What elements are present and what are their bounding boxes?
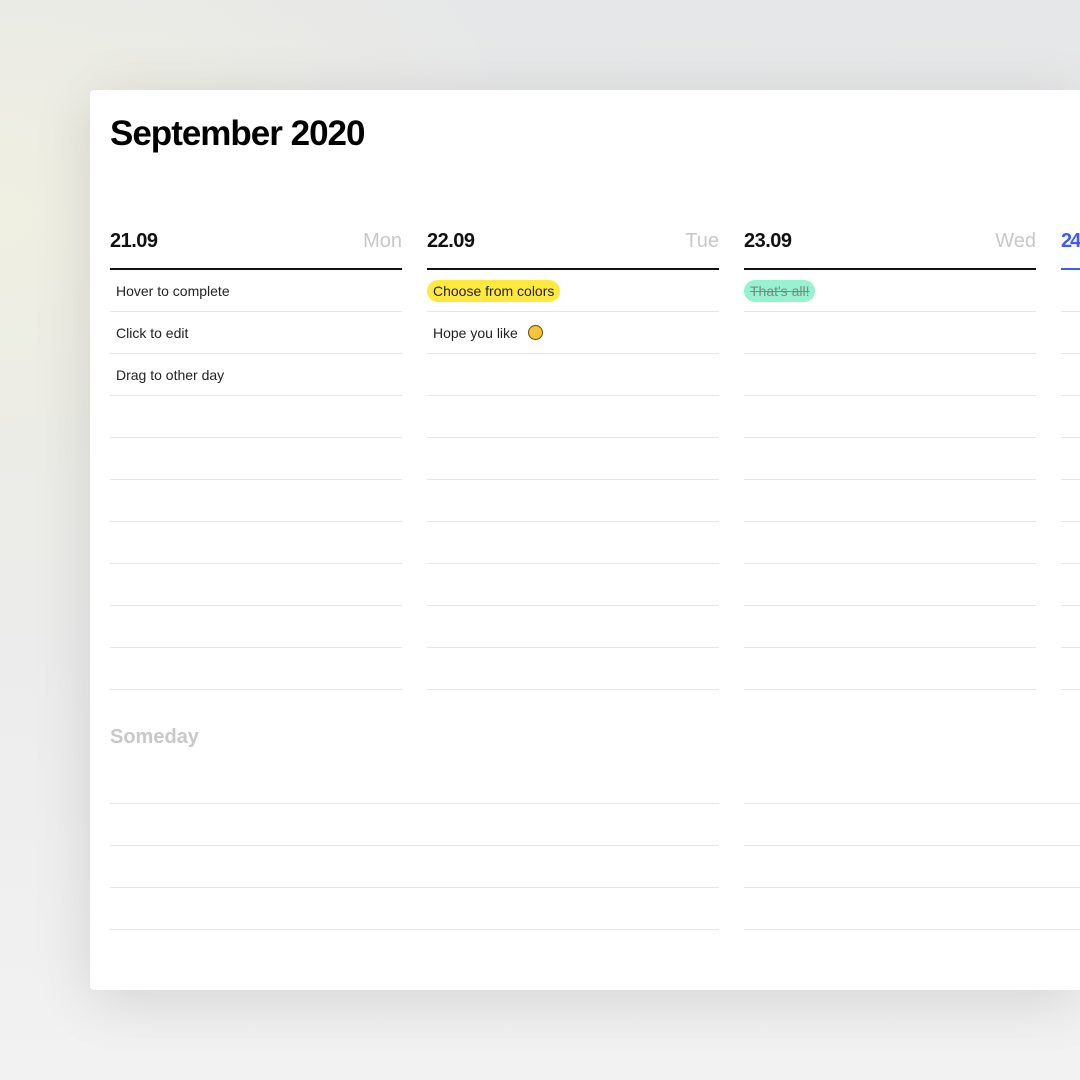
task-item[interactable]: Hover to complete bbox=[110, 270, 402, 312]
empty-task-slot[interactable] bbox=[427, 564, 719, 606]
empty-task-slot[interactable] bbox=[110, 522, 402, 564]
day-header: 24 bbox=[1061, 220, 1080, 270]
empty-task-slot[interactable] bbox=[110, 396, 402, 438]
someday-slot[interactable] bbox=[744, 888, 1080, 930]
empty-task-slot[interactable] bbox=[427, 396, 719, 438]
task-text[interactable]: Drag to other day bbox=[110, 364, 230, 386]
day-weekday: Tue bbox=[685, 230, 719, 252]
empty-task-slot[interactable] bbox=[744, 354, 1036, 396]
empty-task-slot[interactable] bbox=[1061, 438, 1080, 480]
task-item[interactable]: Hope you like bbox=[427, 312, 719, 354]
day-weekday: Mon bbox=[363, 230, 402, 252]
task-text[interactable]: That's all! bbox=[744, 279, 816, 302]
winking-face-emoji-icon bbox=[527, 325, 543, 340]
empty-task-slot[interactable] bbox=[1061, 522, 1080, 564]
empty-task-slot[interactable] bbox=[427, 606, 719, 648]
task-item[interactable]: That's all! bbox=[744, 270, 1036, 312]
empty-task-slot[interactable] bbox=[744, 606, 1036, 648]
empty-task-slot[interactable] bbox=[744, 438, 1036, 480]
someday-title: Someday bbox=[110, 726, 199, 748]
empty-task-slot[interactable] bbox=[744, 312, 1036, 354]
day-date: 24 bbox=[1061, 230, 1080, 252]
day-column: 23.09 Wed That's all! bbox=[744, 220, 1036, 690]
day-column: 22.09 Tue Choose from colors Hope you like bbox=[427, 220, 719, 690]
empty-task-slot[interactable] bbox=[1061, 354, 1080, 396]
day-date: 23.09 bbox=[744, 230, 792, 252]
empty-task-slot[interactable] bbox=[110, 648, 402, 690]
day-weekday: Wed bbox=[995, 230, 1036, 252]
someday-slot[interactable] bbox=[744, 762, 1080, 804]
day-column: 21.09 Mon Hover to complete Click to edit D… bbox=[110, 220, 402, 690]
empty-task-slot[interactable] bbox=[110, 438, 402, 480]
empty-task-slot[interactable] bbox=[1061, 396, 1080, 438]
someday-list-1 bbox=[110, 762, 719, 930]
empty-task-slot[interactable] bbox=[1061, 480, 1080, 522]
day-header: 22.09 Tue bbox=[427, 220, 719, 270]
empty-task-slot[interactable] bbox=[744, 564, 1036, 606]
empty-task-slot[interactable] bbox=[110, 606, 402, 648]
day-date: 21.09 bbox=[110, 230, 158, 252]
empty-task-slot[interactable] bbox=[110, 564, 402, 606]
empty-task-slot[interactable] bbox=[744, 480, 1036, 522]
someday-slot[interactable] bbox=[110, 804, 719, 846]
someday-list-2 bbox=[744, 762, 1080, 930]
empty-task-slot[interactable] bbox=[427, 438, 719, 480]
empty-task-slot[interactable] bbox=[744, 396, 1036, 438]
task-text[interactable]: Choose from colors bbox=[427, 279, 561, 302]
day-header: 23.09 Wed bbox=[744, 220, 1036, 270]
task-text[interactable]: Hope you like bbox=[427, 322, 524, 344]
empty-task-slot[interactable] bbox=[427, 522, 719, 564]
page-title: September 2020 bbox=[110, 114, 365, 153]
task-item[interactable]: Choose from colors bbox=[427, 270, 719, 312]
empty-task-slot[interactable] bbox=[1061, 270, 1080, 312]
empty-task-slot[interactable] bbox=[1061, 312, 1080, 354]
empty-task-slot[interactable] bbox=[427, 480, 719, 522]
day-date: 22.09 bbox=[427, 230, 475, 252]
task-item[interactable]: Click to edit bbox=[110, 312, 402, 354]
someday-slot[interactable] bbox=[744, 804, 1080, 846]
task-text[interactable]: Hover to complete bbox=[110, 280, 236, 302]
task-text[interactable]: Click to edit bbox=[110, 322, 194, 344]
someday-slot[interactable] bbox=[110, 762, 719, 804]
day-column: 24 bbox=[1061, 220, 1080, 690]
empty-task-slot[interactable] bbox=[427, 354, 719, 396]
someday-slot[interactable] bbox=[110, 846, 719, 888]
someday-slot[interactable] bbox=[110, 888, 719, 930]
someday-slot[interactable] bbox=[744, 846, 1080, 888]
empty-task-slot[interactable] bbox=[1061, 648, 1080, 690]
empty-task-slot[interactable] bbox=[744, 522, 1036, 564]
empty-task-slot[interactable] bbox=[427, 648, 719, 690]
empty-task-slot[interactable] bbox=[1061, 564, 1080, 606]
day-header: 21.09 Mon bbox=[110, 220, 402, 270]
task-item[interactable]: Drag to other day bbox=[110, 354, 402, 396]
empty-task-slot[interactable] bbox=[110, 480, 402, 522]
empty-task-slot[interactable] bbox=[1061, 606, 1080, 648]
planner-card: September 2020 21.09 Mon Hover to complet… bbox=[90, 90, 1080, 990]
empty-task-slot[interactable] bbox=[744, 648, 1036, 690]
